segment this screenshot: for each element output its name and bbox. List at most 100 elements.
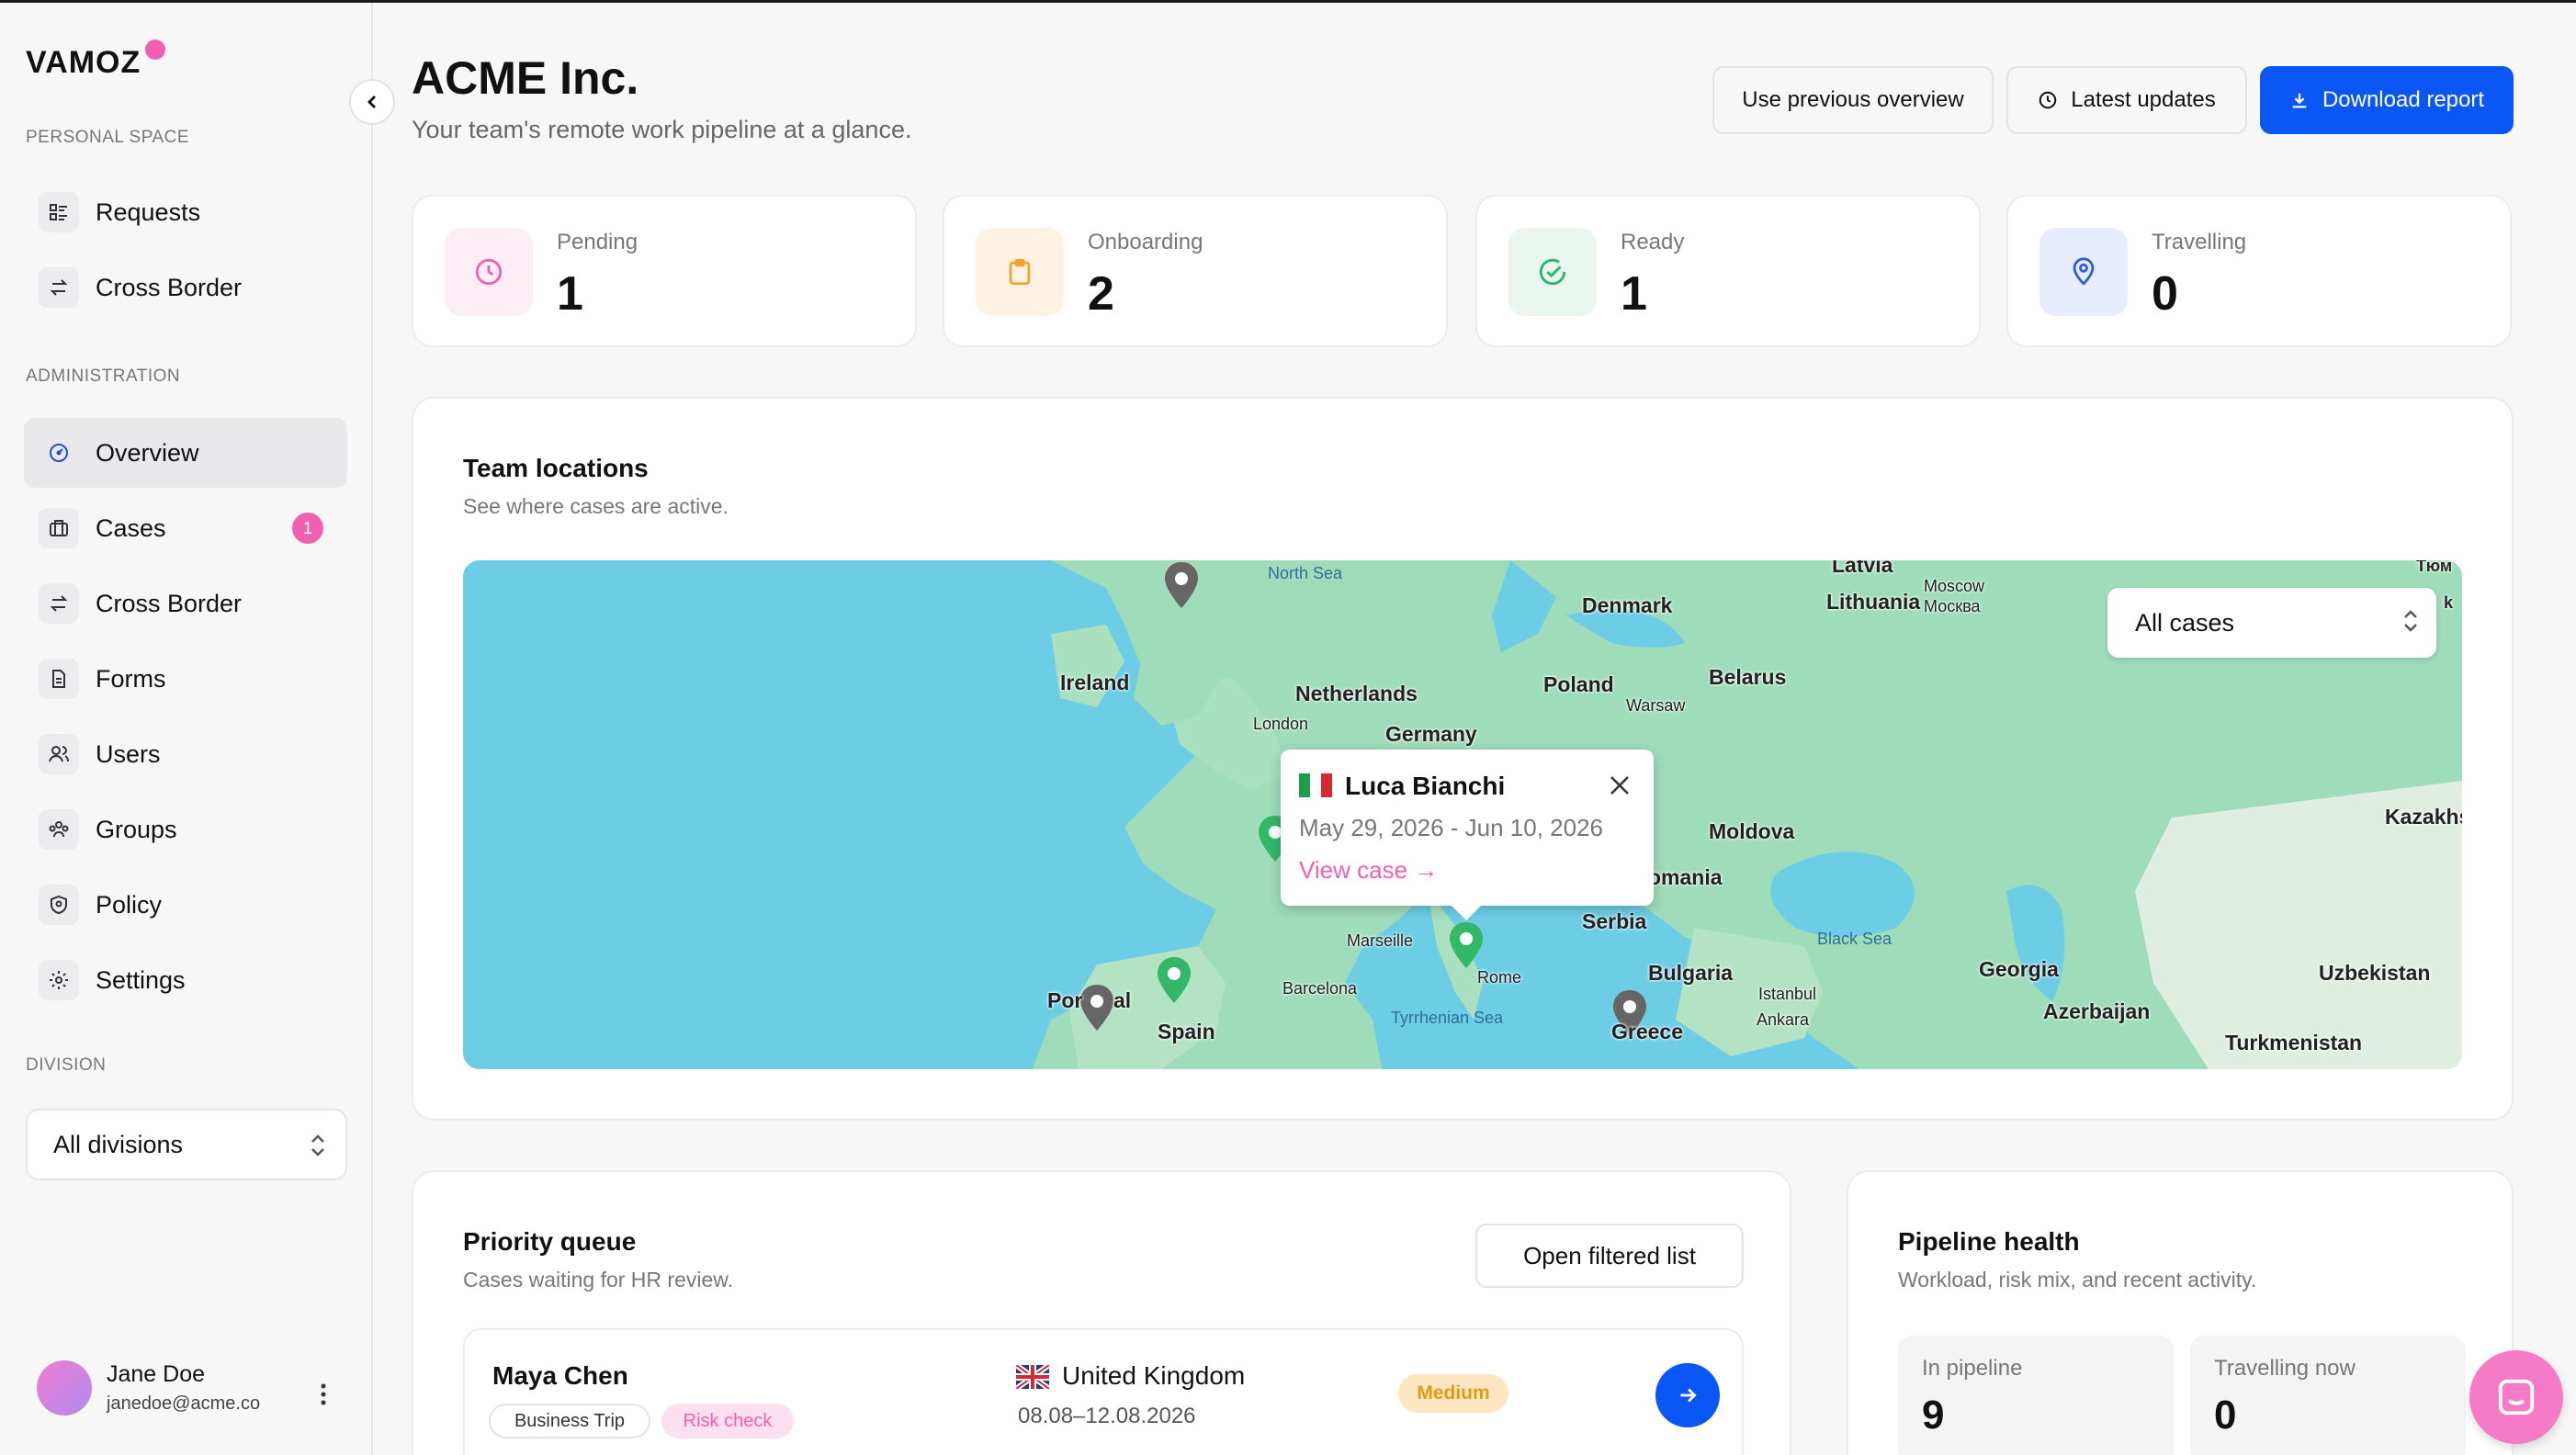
arrow-right-icon [1680,1388,1697,1403]
briefcase-icon [39,508,79,548]
map-pin-grey[interactable] [1077,983,1117,1034]
button-label: Use previous overview [1742,87,1964,112]
stat-value: 1 [557,267,583,321]
map-label: Kazakhs [2385,805,2462,829]
section-label-division: DIVISION [26,1055,107,1075]
map-label: Spain [1158,1020,1215,1043]
stat-label: In pipeline [1922,1356,2023,1381]
card-title: Team locations [463,454,649,482]
sidebar-item-label: Users [96,739,161,768]
map-label: North Sea [1268,564,1343,582]
card-subtitle: See where cases are active. [463,494,729,518]
sidebar-item-label: Settings [96,965,186,994]
page-title: ACME Inc. [412,52,639,104]
stat-value: 2 [1088,267,1114,321]
stat-card-ready[interactable]: Ready 1 [1475,195,1981,347]
close-icon[interactable] [1608,773,1632,797]
card-subtitle: Cases waiting for HR review. [463,1268,733,1291]
sidebar-item-users[interactable]: Users [24,719,347,789]
document-icon [39,659,79,699]
map-label: Latvia [1832,560,1893,577]
users-icon [39,734,79,774]
sidebar-item-label: Cases [96,513,166,542]
map-label: Ireland [1060,671,1130,694]
user-email: janedoe@acme.co [107,1393,261,1414]
list-icon [39,192,79,232]
map-label: Москва [1924,597,1981,615]
sidebar-item-policy[interactable]: Policy [24,870,347,940]
open-case-button[interactable] [1655,1363,1720,1427]
open-filtered-list-button[interactable]: Open filtered list [1475,1224,1744,1288]
sidebar: VAMOZ PERSONAL SPACE Requests Cross Bord… [0,3,373,1455]
button-label: Latest updates [2071,87,2216,112]
download-icon [2292,93,2307,108]
sidebar-item-label: Forms [96,664,166,693]
stat-value: 9 [1922,1393,1945,1438]
sidebar-item-cross-border[interactable]: Cross Border [24,569,347,638]
stat-card-travelling[interactable]: Travelling 0 [2006,195,2512,347]
view-case-link[interactable]: View case → [1299,856,1438,885]
sidebar-item-forms[interactable]: Forms [24,644,347,714]
priority-queue-row[interactable]: Maya Chen Business Trip Risk check Unite… [463,1328,1744,1455]
section-label-personal: PERSONAL SPACE [26,128,190,147]
sidebar-item-cross-border-personal[interactable]: Cross Border [24,253,347,322]
map-label: Netherlands [1295,682,1418,705]
case-person-name: Maya Chen [492,1361,628,1390]
card-subtitle: Workload, risk mix, and recent activity. [1898,1268,2257,1291]
map-label: Moscow [1924,577,1985,595]
section-label-administration: ADMINISTRATION [26,367,181,386]
sidebar-item-cases[interactable]: Cases 1 [24,493,347,563]
stat-label: Ready [1621,230,1685,254]
gear-icon [39,960,79,1000]
stat-value: 1 [1621,267,1647,321]
stat-travelling-now: Travelling now 0 [2190,1336,2466,1455]
map-pin-green[interactable] [1154,955,1194,1007]
gauge-icon [39,433,79,473]
map-label: Marseille [1347,931,1414,950]
more-vertical-icon[interactable] [312,1381,334,1408]
stat-card-onboarding[interactable]: Onboarding 2 [943,195,1448,347]
map-label: omania [1648,865,1723,889]
map-label: Bulgaria [1648,961,1734,985]
sidebar-item-label: Overview [96,438,199,467]
latest-updates-button[interactable]: Latest updates [2006,66,2247,134]
sidebar-item-overview[interactable]: Overview [24,418,347,488]
popup-dates: May 29, 2026 - Jun 10, 2026 [1299,814,1604,841]
logo-dot [145,39,165,60]
map-label: Belarus [1709,665,1787,689]
chat-support-button[interactable] [2469,1350,2563,1444]
sidebar-item-requests[interactable]: Requests [24,177,347,247]
user-profile[interactable]: Jane Doe janedoe@acme.co [37,1360,260,1416]
sidebar-item-groups[interactable]: Groups [24,795,347,864]
app-logo[interactable]: VAMOZ [26,45,141,81]
sidebar-item-label: Cross Border [96,589,243,617]
map-cases-filter-select[interactable]: All cases [2107,588,2436,658]
use-previous-overview-button[interactable]: Use previous overview [1712,66,1994,134]
download-report-button[interactable]: Download report [2260,66,2514,134]
sidebar-item-label: Cross Border [96,273,243,301]
map-label: London [1253,715,1309,733]
groups-icon [39,809,79,850]
swap-icon [39,267,79,308]
stat-value: 0 [2214,1393,2237,1438]
clipboard-icon [976,228,1064,316]
stat-card-pending[interactable]: Pending 1 [412,195,917,347]
map-pin-green-selected[interactable] [1446,920,1486,972]
map-label: Ankara [1757,1010,1810,1029]
clock-icon [2039,91,2057,109]
map-label: Poland [1543,672,1614,696]
map-label: Tyrrhenian Sea [1391,1009,1504,1027]
card-title: Priority queue [463,1227,637,1256]
map-label: Georgia [1979,957,2059,981]
sidebar-item-settings[interactable]: Settings [24,945,347,1015]
stat-in-pipeline: In pipeline 9 [1898,1336,2174,1455]
stat-label: Pending [557,230,638,254]
division-select[interactable]: All divisions [26,1109,347,1180]
map-pin-grey[interactable] [1161,560,1202,612]
button-label: Open filtered list [1523,1241,1696,1269]
sidebar-collapse-button[interactable] [349,79,395,125]
map-label: al [1113,988,1132,1012]
case-country: United Kingdom [1062,1361,1246,1390]
sidebar-item-label: Policy [96,890,163,919]
avatar [37,1360,92,1416]
